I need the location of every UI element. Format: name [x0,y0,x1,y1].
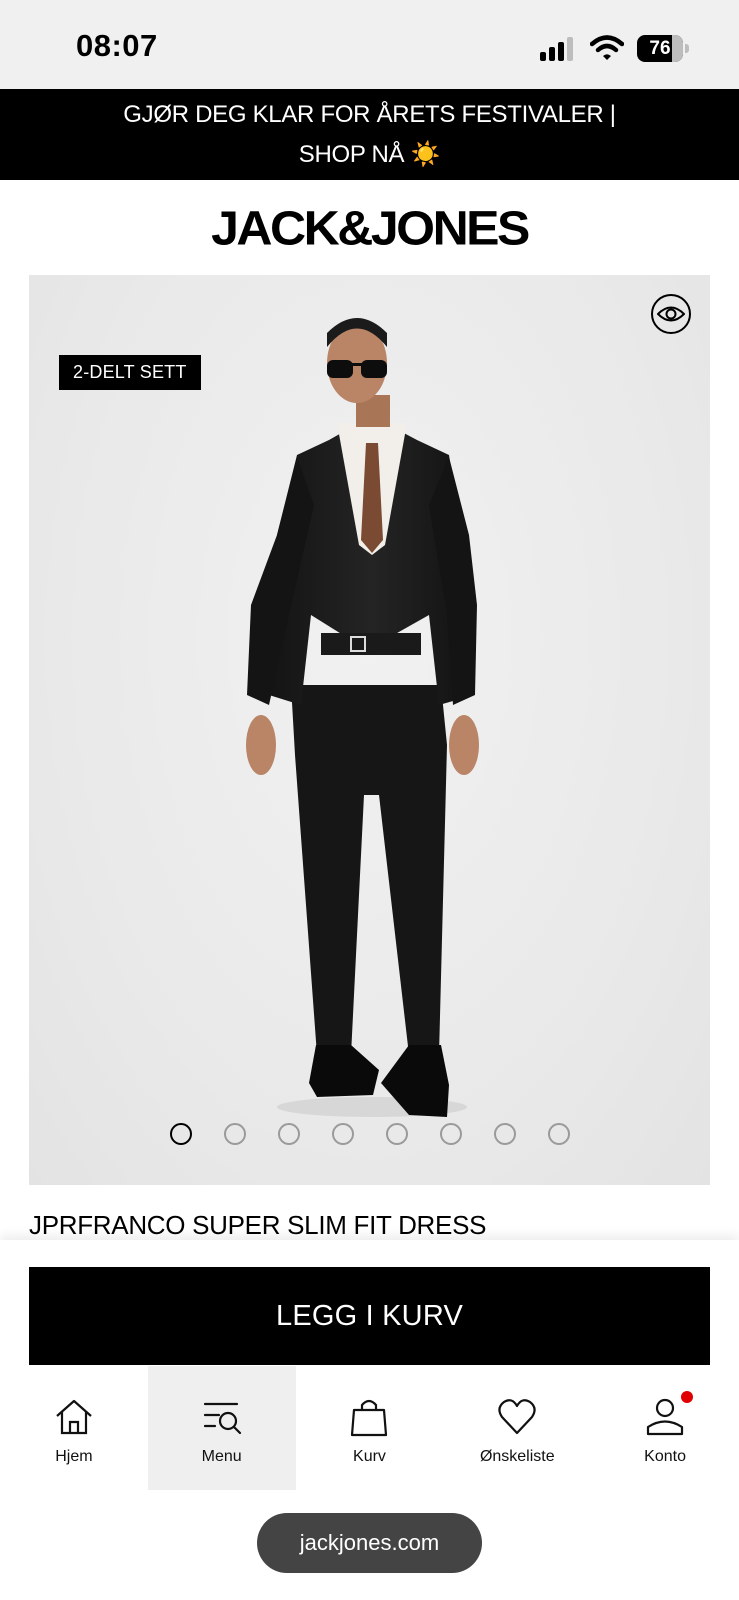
carousel-dot[interactable] [547,1123,570,1145]
nav-item-account[interactable]: Konto [591,1366,739,1490]
site-header: JACK&JONES [0,180,739,275]
carousel-dot[interactable] [385,1123,408,1145]
product-image-carousel[interactable]: 2-DELT SETT [29,275,710,1185]
carousel-dot[interactable] [331,1123,354,1145]
eye-icon [657,306,685,322]
nav-item-menu[interactable]: Menu [147,1366,296,1490]
status-bar: 08:07 76 [0,0,739,89]
battery-icon: 76 [637,35,689,62]
carousel-dot[interactable] [223,1123,246,1145]
home-icon [56,1399,92,1435]
battery-level: 76 [649,38,671,59]
menu-search-icon [203,1402,241,1435]
signal-icon [540,37,578,61]
browser-url-bar[interactable]: jackjones.com [257,1513,482,1573]
nav-label-cart: Kurv [353,1448,386,1465]
product-photo [246,318,479,1117]
add-to-cart-button[interactable]: LEGG I KURV [29,1267,710,1365]
nav-item-wishlist[interactable]: Ønskeliste [443,1366,591,1490]
quick-view-button[interactable] [651,294,691,334]
bag-icon [351,1399,388,1437]
heart-icon [498,1399,536,1435]
product-title: JPRFRANCO SUPER SLIM FIT DRESS [29,1210,487,1240]
carousel-dot[interactable] [439,1123,462,1145]
promo-banner[interactable]: GJØR DEG KLAR FOR ÅRETS FESTIVALER | SHO… [0,89,739,180]
carousel-pagination [29,1123,710,1149]
nav-item-cart[interactable]: Kurv [296,1366,444,1490]
nav-label-home: Hjem [55,1448,93,1465]
carousel-dot[interactable] [277,1123,300,1145]
brand-logo[interactable]: JACK&JONES [211,200,530,256]
bottom-nav: Hjem Menu Kurv Ønskeliste Konto [0,1366,739,1490]
carousel-dot[interactable] [493,1123,516,1145]
status-time: 08:07 [76,28,158,63]
nav-label-menu: Menu [201,1448,242,1465]
set-badge: 2-DELT SETT [59,355,201,390]
wifi-icon [589,34,625,62]
nav-label-account: Konto [644,1448,686,1465]
carousel-dot[interactable] [169,1123,192,1145]
promo-text[interactable]: GJØR DEG KLAR FOR ÅRETS FESTIVALER | SHO… [90,95,650,175]
notification-dot [681,1391,694,1403]
account-icon [646,1398,684,1436]
nav-item-home[interactable]: Hjem [0,1366,148,1490]
nav-label-wishlist: Ønskeliste [479,1448,555,1465]
